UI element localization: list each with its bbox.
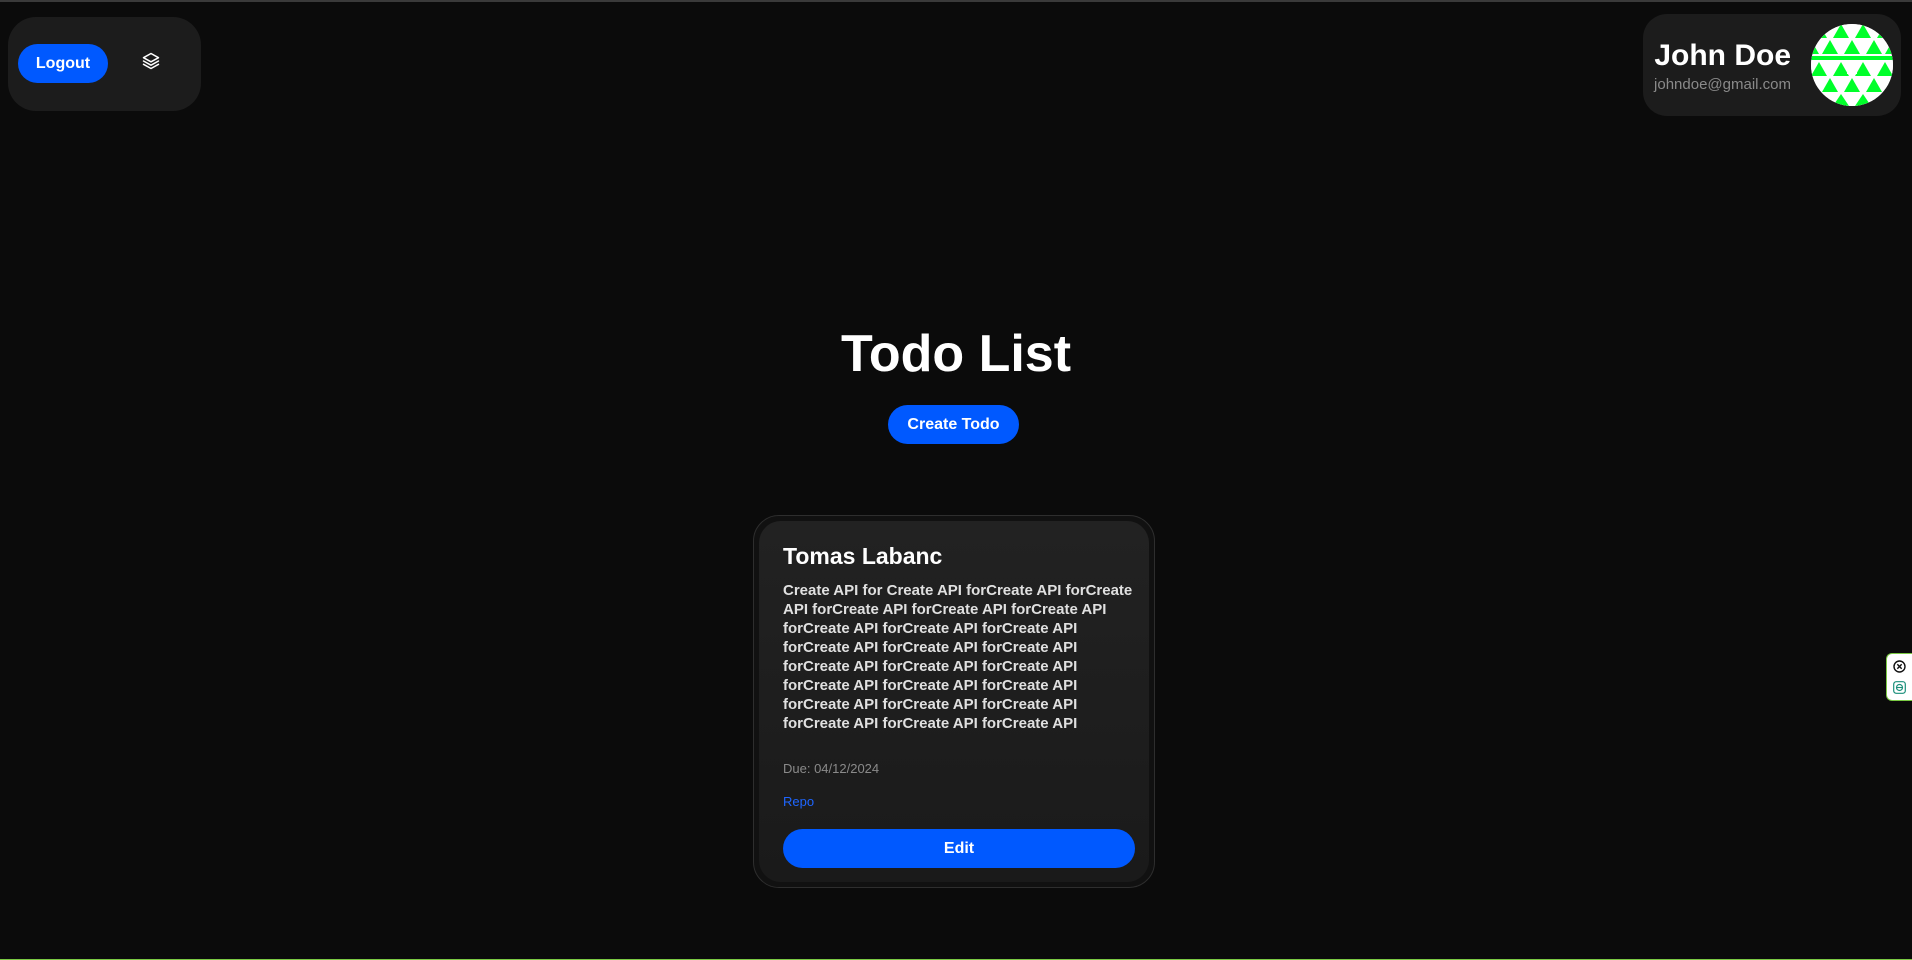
page-title: Todo List: [840, 325, 1072, 383]
avatar[interactable]: [1811, 24, 1893, 106]
close-icon[interactable]: [1893, 660, 1906, 673]
logout-button[interactable]: Logout: [18, 44, 108, 83]
todo-repo-link[interactable]: Repo: [783, 794, 814, 809]
todo-due-date: Due: 04/12/2024: [783, 761, 880, 776]
todo-card: Tomas Labanc Create API for Create API f…: [753, 515, 1155, 888]
user-name: John Doe: [1654, 39, 1791, 72]
todo-description: Create API for Create API forCreate API …: [783, 582, 1133, 735]
todo-title: Tomas Labanc: [783, 543, 943, 569]
extension-widget: [1886, 653, 1912, 701]
user-profile-card: John Doe johndoe@gmail.com: [1643, 14, 1901, 116]
todo-card-body: Tomas Labanc Create API for Create API f…: [759, 521, 1149, 882]
page: Logout John Doe johndoe@gmail.com Todo L…: [0, 0, 1912, 960]
user-email: johndoe@gmail.com: [1654, 76, 1791, 93]
edit-todo-button[interactable]: Edit: [783, 829, 1135, 868]
layers-icon[interactable]: [139, 49, 163, 73]
top-left-controls: Logout: [8, 17, 201, 111]
extension-logo-icon[interactable]: [1893, 681, 1906, 694]
create-todo-button[interactable]: Create Todo: [888, 405, 1019, 444]
